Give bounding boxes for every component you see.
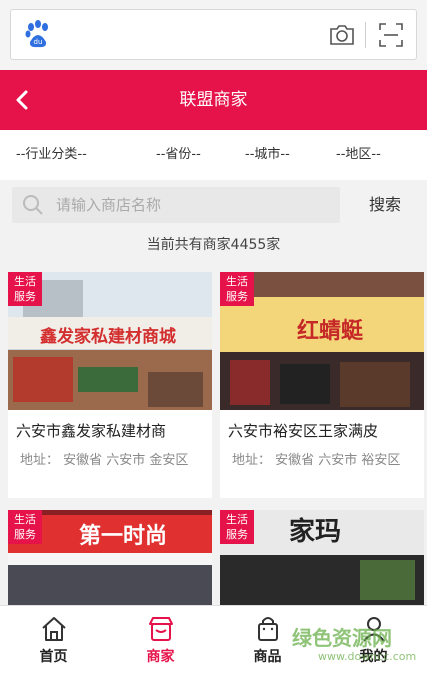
filter-bar: --行业分类-- --省份-- --城市-- --地区-- [0,130,427,180]
store-icon [149,617,173,641]
service-badge: 生活 服务 [220,510,254,544]
bag-icon [258,617,278,641]
scan-icon[interactable] [378,22,404,48]
home-icon [42,617,66,641]
tab-home-label: 首页 [39,649,68,665]
user-icon [363,617,385,642]
service-badge: 生活 服务 [8,272,42,306]
store-card[interactable]: 家玛 生活 服务 [220,510,424,605]
category-filter[interactable]: --行业分类-- [16,130,87,180]
store-photo: 红蜻蜓 生活 服务 [220,272,424,410]
search-box [12,187,340,223]
search-icon [23,195,43,215]
store-name: 六安市裕安区王家满皮 [228,422,379,440]
store-photo: 鑫发家私建材商城 生活 服务 [8,272,212,410]
service-badge: 生活 服务 [220,272,254,306]
tab-profile[interactable]: 我的 [320,606,427,677]
store-sign-text: 第一时尚 [79,523,167,549]
store-photo: 家玛 生活 服务 [220,510,424,605]
tab-profile-label: 我的 [359,649,388,665]
store-sign-text: 鑫发家私建材商城 [39,326,176,347]
page-title: 联盟商家 [179,90,248,110]
store-photo: 第一时尚 生活 服务 [8,510,212,605]
search-button[interactable]: 搜索 [350,187,420,223]
tab-products-label: 商品 [253,649,282,665]
district-filter[interactable]: --地区-- [336,130,381,180]
divider [365,22,366,48]
search-input[interactable] [56,187,326,223]
search-area: 搜索 [0,180,427,230]
store-card[interactable]: 第一时尚 生活 服务 [8,510,212,605]
tab-products[interactable]: 商品 [214,606,321,677]
tab-stores[interactable]: 商家 [107,606,214,677]
service-badge: 生活 服务 [8,510,42,544]
store-sign-text: 家玛 [289,516,341,547]
store-address: 地址： 安徽省 六安市 裕安区 [232,453,401,468]
store-count: 当前共有商家4455家 [146,237,281,253]
province-filter[interactable]: --省份-- [156,130,201,180]
store-card[interactable]: 鑫发家私建材商城 生活 服务 六安市鑫发家私建材商 地址： 安徽省 六安市 金安区 [8,272,212,498]
page-header: 联盟商家 [0,70,427,130]
store-name: 六安市鑫发家私建材商 [16,422,167,440]
store-card[interactable]: 红蜻蜓 生活 服务 六安市裕安区王家满皮 地址： 安徽省 六安市 裕安区 [220,272,424,498]
store-sign-text: 红蜻蜓 [297,318,364,344]
camera-icon[interactable] [328,22,356,48]
store-address: 地址： 安徽省 六安市 金安区 [20,453,189,468]
tab-stores-label: 商家 [146,649,175,665]
baidu-logo-icon: du [25,20,48,48]
svg-text:du: du [34,38,43,46]
city-filter[interactable]: --城市-- [245,130,290,180]
browser-address-box[interactable]: du [10,9,417,60]
bottom-tab-bar: 首页 商家 商品 我的 [0,605,427,677]
tab-home[interactable]: 首页 [0,606,107,677]
browser-bar: du [0,0,427,70]
